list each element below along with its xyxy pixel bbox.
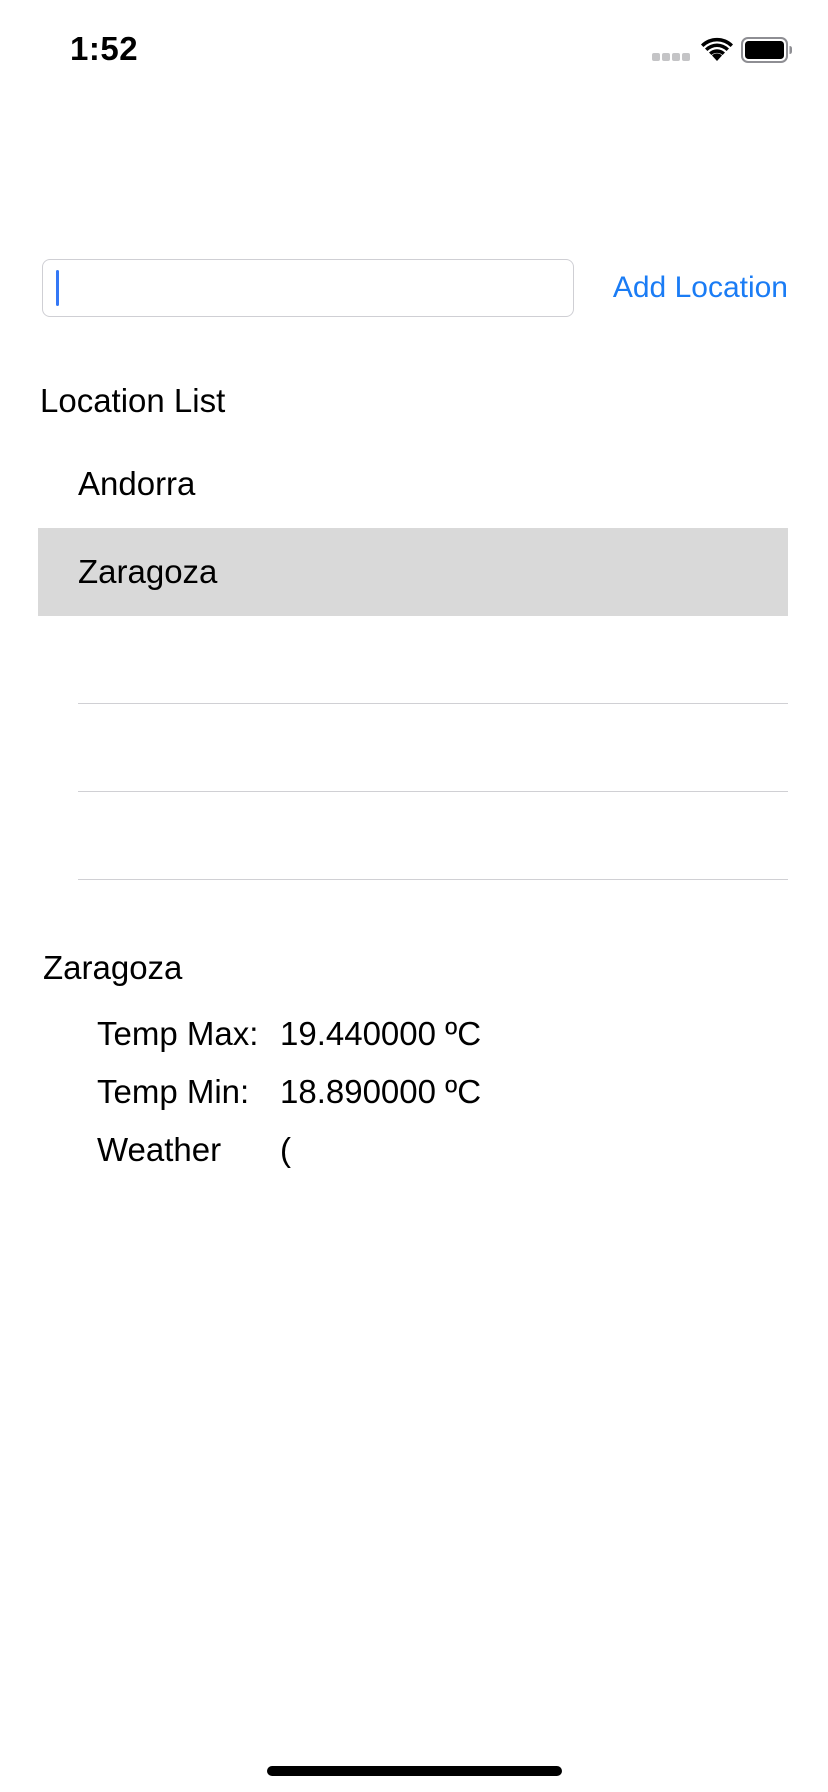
list-item-empty[interactable]	[38, 616, 788, 704]
signal-dots-icon	[652, 53, 690, 62]
location-list-title: Location List	[40, 382, 226, 419]
status-bar: 1:52	[0, 0, 828, 100]
weather-label: Weather	[97, 1131, 222, 1168]
weather-value: (	[280, 1131, 291, 1168]
add-location-button[interactable]: Add Location	[613, 266, 788, 310]
list-item-empty[interactable]	[38, 792, 788, 880]
list-item-label: Zaragoza	[78, 553, 218, 590]
text-cursor	[56, 270, 59, 306]
temp-min-label: Temp Min:	[97, 1073, 250, 1110]
home-indicator[interactable]	[267, 1766, 562, 1776]
status-time: 1:52	[70, 30, 139, 67]
list-item-label: Andorra	[78, 465, 196, 502]
selected-city-title: Zaragoza	[43, 949, 183, 986]
temp-min-value: 18.890000 ºC	[280, 1073, 482, 1110]
list-item-empty[interactable]	[38, 704, 788, 792]
location-list: Andorra Zaragoza	[38, 440, 788, 880]
location-input[interactable]	[42, 259, 574, 317]
temp-max-value: 19.440000 ºC	[280, 1015, 482, 1052]
list-item-andorra[interactable]: Andorra	[38, 440, 788, 528]
temp-max-label: Temp Max:	[97, 1015, 259, 1052]
wifi-icon	[701, 37, 733, 61]
battery-full-icon	[741, 37, 792, 63]
list-item-zaragoza[interactable]: Zaragoza	[38, 528, 788, 616]
